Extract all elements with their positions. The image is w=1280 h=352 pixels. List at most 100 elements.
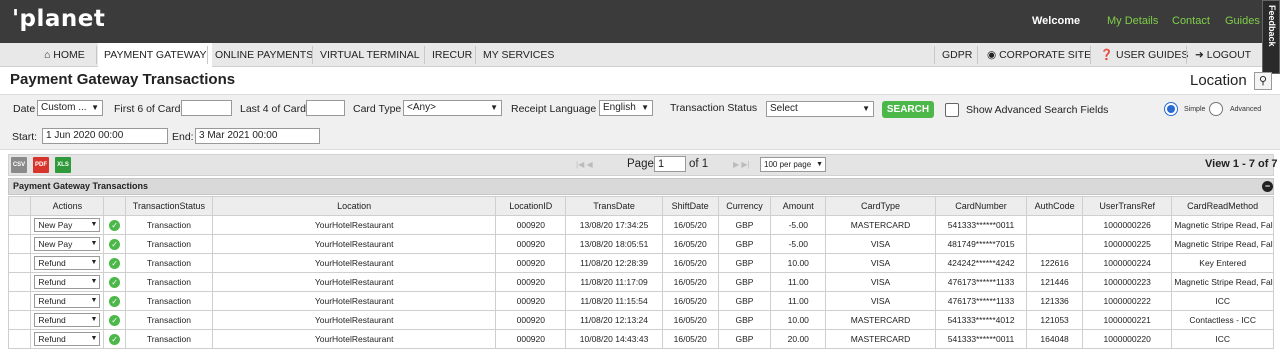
status-icon-cell: ✓	[103, 310, 126, 330]
user-trans-ref-cell: 1000000222	[1082, 291, 1173, 311]
location-search-button[interactable]: ⚲	[1254, 72, 1272, 90]
action-cell: New Pay ▼	[30, 215, 105, 235]
receipt-language-select[interactable]: English ▼	[599, 100, 653, 116]
column-header[interactable]: CardType	[825, 196, 936, 216]
table-row[interactable]: Refund ▼ ✓ Transaction YourHotelRestaurant 00…	[7, 291, 1274, 311]
action-select-value: Refund	[38, 334, 66, 344]
action-select[interactable]: Refund ▼	[34, 332, 101, 346]
shift-date-cell: 16/05/20	[661, 291, 719, 311]
per-page-select[interactable]: 100 per page ▼	[760, 157, 826, 172]
action-cell: Refund ▼	[30, 291, 105, 311]
start-label: Start:	[12, 131, 38, 143]
row-selector[interactable]	[7, 215, 32, 235]
row-selector[interactable]	[7, 310, 32, 330]
nav-my-services[interactable]: MY SERVICES	[477, 43, 560, 67]
column-header[interactable]: Amount	[770, 196, 827, 216]
next-last-page-icon[interactable]: ▶ ▶|	[733, 160, 750, 169]
amount-cell: 11.00	[770, 291, 827, 311]
column-header[interactable]: Location	[212, 196, 497, 216]
table-row[interactable]: New Pay ▼ ✓ Transaction YourHotelRestaurant 0…	[7, 234, 1274, 254]
table-row[interactable]: Refund ▼ ✓ Transaction YourHotelRestaurant 00…	[7, 272, 1274, 292]
nav-gdpr[interactable]: GDPR	[936, 43, 978, 67]
feedback-tab[interactable]: Feedback	[1262, 0, 1280, 74]
status-icon-cell: ✓	[103, 234, 126, 254]
nav-logout[interactable]: ➜ LOGOUT	[1189, 43, 1257, 67]
column-header[interactable]: TransactionStatus	[124, 196, 214, 216]
card-type-cell: VISA	[825, 253, 936, 273]
card-type-select[interactable]: <Any> ▼	[403, 100, 502, 116]
pdf-export-icon[interactable]: PDF	[33, 157, 49, 173]
action-select[interactable]: New Pay ▼	[34, 237, 101, 251]
guides-link[interactable]: Guides	[1225, 15, 1260, 27]
action-select[interactable]: New Pay ▼	[34, 218, 101, 232]
nav-corporate-site[interactable]: ◉ CORPORATE SITE	[981, 43, 1097, 67]
nav-user-guides[interactable]: ❓ USER GUIDES	[1094, 43, 1194, 67]
planet-logo[interactable]: 'planet	[12, 6, 105, 32]
action-select[interactable]: Refund ▼	[34, 256, 101, 270]
nav-home[interactable]: ⌂ HOME	[38, 43, 91, 67]
nav-payment-gateway[interactable]: PAYMENT GATEWAY	[98, 43, 213, 67]
search-button[interactable]: SEARCH	[882, 101, 934, 118]
top-bar: 'planet Welcome My Details Contact Guide…	[0, 0, 1280, 43]
column-header[interactable]: ShiftDate	[661, 196, 719, 216]
trans-date-cell: 11/08/20 12:13:24	[565, 310, 663, 330]
action-select[interactable]: Refund ▼	[34, 294, 101, 308]
start-date-input[interactable]: 1 Jun 2020 00:00	[42, 128, 168, 144]
card-read-method-cell: ICC	[1171, 329, 1274, 349]
page-input[interactable]: 1	[654, 156, 686, 172]
last4-input[interactable]	[306, 100, 345, 116]
nav-irecur[interactable]: IRECUR	[426, 43, 478, 67]
row-selector[interactable]	[7, 291, 32, 311]
action-select[interactable]: Refund ▼	[34, 275, 101, 289]
simple-radio[interactable]	[1164, 102, 1178, 116]
home-icon: ⌂	[44, 49, 51, 61]
action-select[interactable]: Refund ▼	[34, 313, 101, 327]
table-row[interactable]: Refund ▼ ✓ Transaction YourHotelRestaurant 00…	[7, 310, 1274, 330]
row-selector[interactable]	[7, 234, 32, 254]
currency-cell: GBP	[717, 329, 772, 349]
currency-cell: GBP	[717, 253, 772, 273]
check-icon: ✓	[109, 295, 121, 307]
row-selector[interactable]	[7, 272, 32, 292]
advanced-fields-checkbox[interactable]	[945, 103, 959, 117]
table-row[interactable]: New Pay ▼ ✓ Transaction YourHotelRestaurant 0…	[7, 215, 1274, 235]
nav-online-payments[interactable]: ONLINE PAYMENTS	[209, 43, 319, 67]
card-number-cell: 476173******1133	[934, 291, 1028, 311]
nav-virtual-terminal[interactable]: VIRTUAL TERMINAL	[314, 43, 426, 67]
collapse-icon[interactable]: −	[1262, 181, 1273, 192]
transaction-status-select[interactable]: Select ▼	[766, 101, 874, 117]
column-header[interactable]: UserTransRef	[1082, 196, 1173, 216]
column-header[interactable]: TransDate	[565, 196, 663, 216]
column-header[interactable]: Currency	[717, 196, 772, 216]
column-header[interactable]: LocationID	[495, 196, 567, 216]
row-selector[interactable]	[7, 329, 32, 349]
status-cell: Transaction	[124, 234, 214, 254]
column-header[interactable]: Actions	[30, 196, 105, 216]
column-header[interactable]: CardNumber	[934, 196, 1028, 216]
user-trans-ref-cell: 1000000220	[1082, 329, 1173, 349]
chevron-down-icon: ▼	[90, 221, 98, 228]
first6-input[interactable]	[181, 100, 232, 116]
auth-code-cell: 121053	[1026, 310, 1084, 330]
currency-cell: GBP	[717, 272, 772, 292]
table-row[interactable]: Refund ▼ ✓ Transaction YourHotelRestaurant 00…	[7, 329, 1274, 349]
action-select-value: Refund	[38, 258, 66, 268]
card-type-cell: VISA	[825, 234, 936, 254]
contact-link[interactable]: Contact	[1172, 15, 1210, 27]
my-details-link[interactable]: My Details	[1107, 15, 1158, 27]
date-select[interactable]: Custom ... ▼	[37, 100, 103, 116]
column-header[interactable]: AuthCode	[1026, 196, 1084, 216]
table-row[interactable]: Refund ▼ ✓ Transaction YourHotelRestaurant 00…	[7, 253, 1274, 273]
column-header[interactable]: CardReadMethod	[1171, 196, 1274, 216]
row-selector[interactable]	[7, 253, 32, 273]
end-date-input[interactable]: 3 Mar 2021 00:00	[195, 128, 320, 144]
first-prev-page-icon[interactable]: |◀ ◀	[576, 160, 593, 169]
location-id-cell: 000920	[495, 234, 567, 254]
user-trans-ref-cell: 1000000224	[1082, 253, 1173, 273]
xls-export-icon[interactable]: XLS	[55, 157, 71, 173]
per-page-value: 100 per page	[764, 160, 812, 169]
status-icon-cell: ✓	[103, 291, 126, 311]
advanced-radio[interactable]	[1209, 102, 1223, 116]
last4-label: Last 4 of Card	[240, 103, 306, 115]
csv-export-icon[interactable]: CSV	[11, 157, 27, 173]
